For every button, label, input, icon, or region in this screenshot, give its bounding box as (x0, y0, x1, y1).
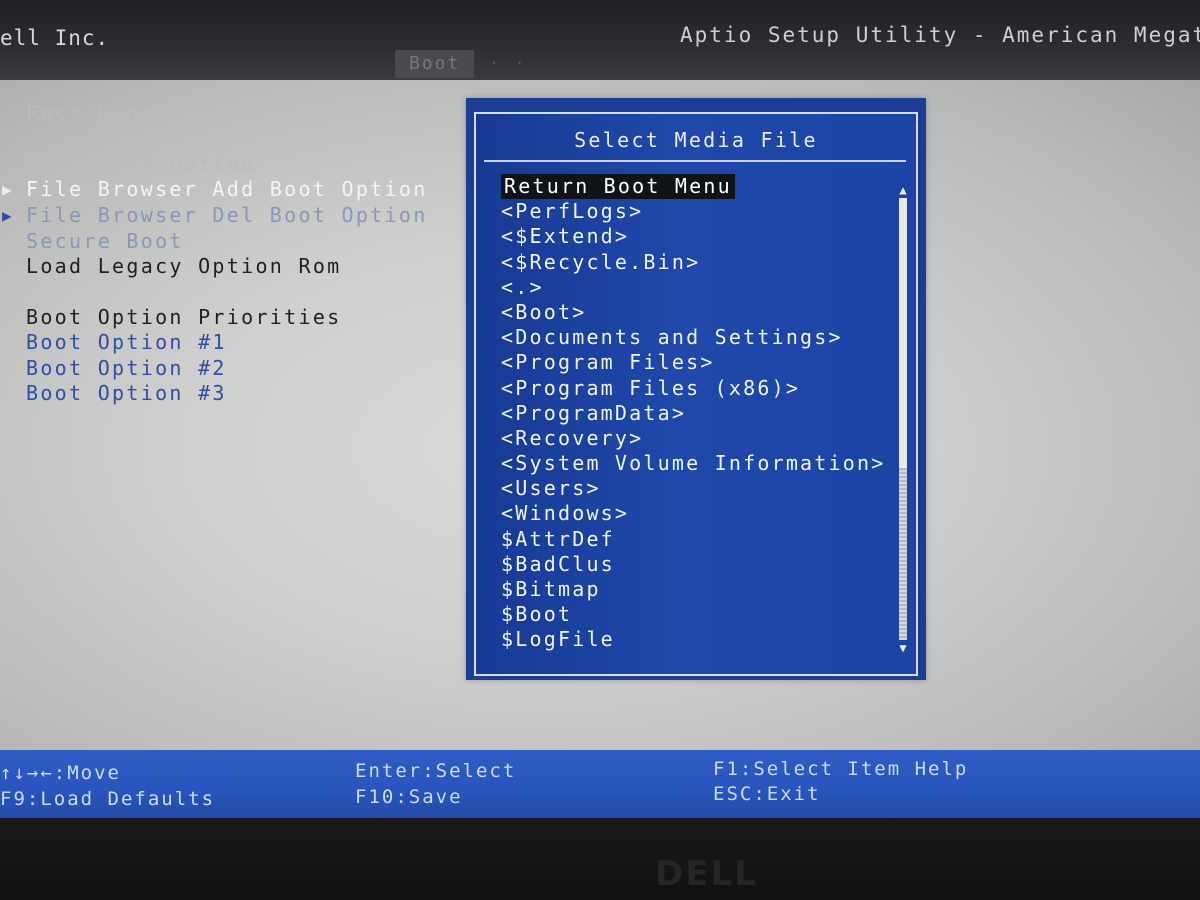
boot-priorities-heading: Boot Option Priorities (26, 305, 342, 329)
scrollbar[interactable]: ▲ ▼ (896, 184, 910, 654)
hint-load-defaults: F9:Load Defaults (0, 788, 216, 810)
bios-header: ell Inc. Aptio Setup Utility - American … (0, 0, 1200, 80)
load-legacy-option-rom[interactable]: Load Legacy Option Rom (26, 254, 342, 278)
media-file-item[interactable]: $BadClus (498, 552, 889, 577)
media-file-item[interactable]: <Windows> (498, 501, 889, 526)
file-browser-add-boot-option[interactable]: File Browser Add Boot Option (26, 177, 428, 201)
fast-boot-option[interactable]: Fast Boot (26, 102, 155, 126)
media-file-item[interactable]: <ProgramData> (498, 401, 889, 426)
submenu-arrow-icon: ▶ (2, 206, 12, 225)
media-file-list: Return Boot Menu <PerfLogs> <$Extend> <$Rec… (498, 174, 889, 653)
submenu-arrow-icon: ▶ (2, 180, 12, 199)
media-file-item[interactable]: $LogFile (498, 627, 889, 652)
media-file-item[interactable]: $Bitmap (498, 577, 889, 602)
media-file-item[interactable]: <Users> (498, 476, 889, 501)
media-file-item[interactable]: <.> (498, 275, 889, 300)
return-boot-menu-item[interactable]: Return Boot Menu (498, 174, 889, 200)
scroll-thumb[interactable] (899, 468, 907, 640)
key-help-bar: ↑↓→←:Move F9:Load Defaults Enter:Select … (0, 750, 1200, 818)
hint-esc-exit: ESC:Exit (713, 783, 821, 805)
file-browser-del-boot-option[interactable]: File Browser Del Boot Option (26, 203, 428, 227)
media-file-item[interactable]: <Program Files (x86)> (498, 376, 889, 401)
media-file-item[interactable]: <Recovery> (498, 426, 889, 451)
selected-highlight: Return Boot Menu (501, 174, 735, 200)
hint-f1-help: F1:Select Item Help (713, 758, 969, 780)
media-file-item[interactable]: <PerfLogs> (498, 199, 889, 224)
boot-option-1[interactable]: Boot Option #1 (26, 330, 227, 354)
bios-screen: ell Inc. Aptio Setup Utility - American … (0, 0, 1200, 900)
media-file-item[interactable]: <Program Files> (498, 350, 889, 375)
monitor-bezel: DELL (0, 818, 1200, 900)
scroll-up-arrow-icon[interactable]: ▲ (896, 184, 910, 196)
hint-f10-save: F10:Save (355, 786, 463, 808)
vendor-name: ell Inc. (0, 26, 110, 50)
boot-list-option[interactable]: Boot List Option (26, 152, 255, 176)
media-file-item[interactable]: $AttrDef (498, 527, 889, 552)
dell-logo: DELL (655, 854, 758, 894)
media-file-item[interactable]: $Boot (498, 602, 889, 627)
hint-move: ↑↓→←:Move (0, 762, 121, 784)
tab-boot[interactable]: Boot (395, 50, 475, 78)
media-file-item[interactable]: <System Volume Information> (498, 451, 889, 476)
boot-option-3[interactable]: Boot Option #3 (26, 381, 227, 405)
hint-enter-select: Enter:Select (355, 760, 517, 782)
menu-tabs: Boot · · (395, 50, 541, 78)
dialog-title: Select Media File (574, 128, 818, 152)
boot-option-2[interactable]: Boot Option #2 (26, 356, 227, 380)
media-file-item[interactable]: <Boot> (498, 300, 889, 325)
dialog-frame: Select Media File Return Boot Menu <PerfL… (474, 112, 918, 676)
media-file-item[interactable]: <Documents and Settings> (498, 325, 889, 350)
media-file-item[interactable]: <$Extend> (498, 224, 889, 249)
utility-title: Aptio Setup Utility - American Megatr (680, 23, 1200, 47)
secure-boot-option[interactable]: Secure Boot (26, 229, 184, 253)
select-media-file-dialog: Select Media File Return Boot Menu <PerfL… (466, 98, 926, 680)
title-divider (484, 160, 906, 162)
scroll-down-arrow-icon[interactable]: ▼ (896, 642, 910, 654)
tab-next[interactable]: · · (474, 50, 541, 78)
scroll-track[interactable] (899, 198, 907, 640)
media-file-item[interactable]: <$Recycle.Bin> (498, 250, 889, 275)
